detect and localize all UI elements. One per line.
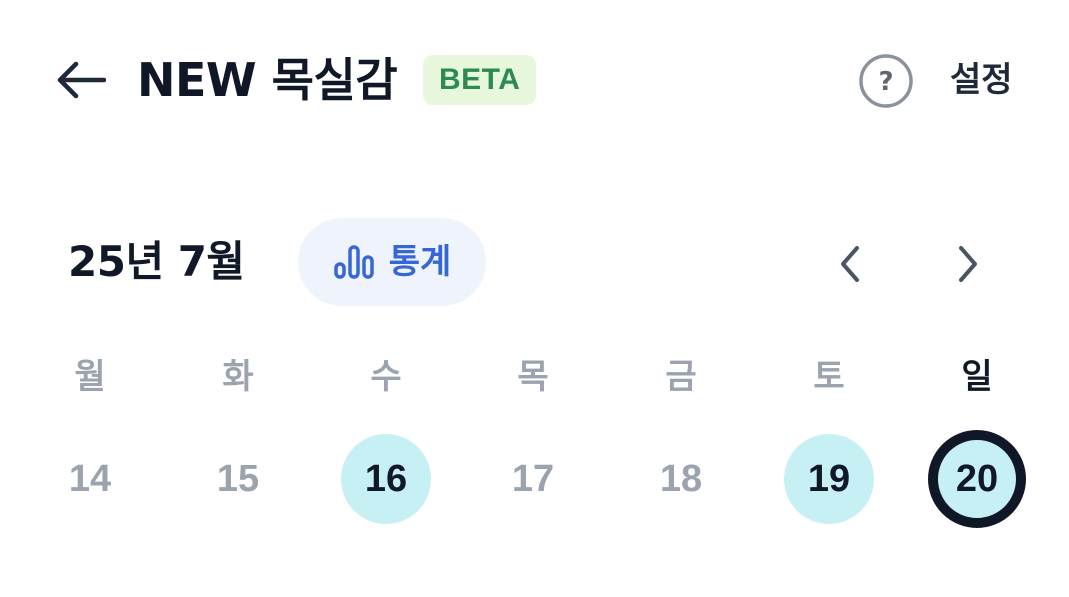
prev-week-button[interactable] xyxy=(822,236,878,292)
day-cell[interactable]: 18 xyxy=(636,434,726,524)
day-cell[interactable]: 17 xyxy=(488,434,578,524)
back-button[interactable] xyxy=(50,50,110,110)
app-header: NEW 목실감 BETA ? 설정 xyxy=(0,0,1069,160)
day-cell-selected[interactable]: 20 xyxy=(928,430,1026,528)
help-glyph: ? xyxy=(878,67,893,97)
month-label: 25년 7월 xyxy=(68,237,245,286)
settings-button[interactable]: 설정 xyxy=(950,52,1013,108)
day-cell[interactable]: 16 xyxy=(341,434,431,524)
question-circle-icon: ? xyxy=(859,54,913,108)
weekday-mon: 월 xyxy=(74,357,106,397)
weekday-sun: 일 xyxy=(961,357,993,397)
weekday-thu: 목 xyxy=(517,357,549,397)
page-title: NEW 목실감 xyxy=(137,53,398,107)
weekday-sat: 토 xyxy=(813,357,845,397)
day-cell[interactable]: 19 xyxy=(784,434,874,524)
stats-label: 통계 xyxy=(388,242,452,282)
arrow-left-icon xyxy=(57,61,106,99)
chevron-right-icon xyxy=(959,246,977,282)
help-button[interactable]: ? xyxy=(858,53,914,109)
day-cell[interactable]: 15 xyxy=(193,434,283,524)
beta-badge: BETA xyxy=(423,55,537,105)
chevron-left-icon xyxy=(841,246,859,282)
bar-chart-icon xyxy=(333,245,374,279)
day-cell[interactable]: 14 xyxy=(45,434,135,524)
weekday-tue: 화 xyxy=(222,357,254,397)
stats-button[interactable]: 통계 xyxy=(298,218,486,306)
weekday-fri: 금 xyxy=(665,357,697,397)
next-week-button[interactable] xyxy=(940,236,996,292)
weekday-wed: 수 xyxy=(370,357,402,397)
